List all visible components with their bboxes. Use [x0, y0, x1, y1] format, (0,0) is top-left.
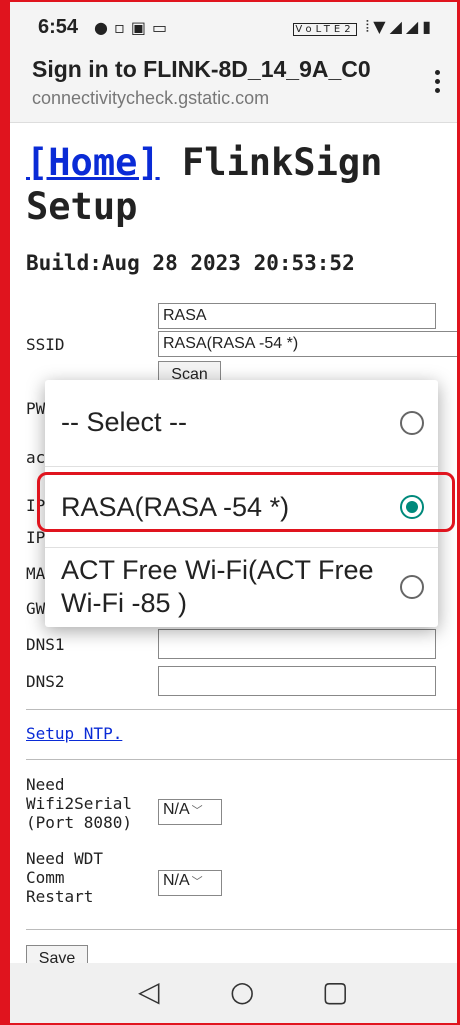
- mac-label: MA: [26, 564, 46, 583]
- app-bar-title: Sign in to FLINK-8D_14_9A_C0: [32, 56, 371, 82]
- divider: [26, 929, 457, 930]
- home-link[interactable]: [Home]: [26, 141, 160, 184]
- save-button[interactable]: Save: [26, 945, 88, 963]
- image-icon: ▣: [130, 18, 152, 37]
- wdt-label: Need WDT Comm Restart: [26, 849, 104, 906]
- option-label: ACT Free Wi-Fi(ACT Free Wi-Fi -85 ): [61, 555, 374, 618]
- status-right-icons: VoLTE2 ⦙▼◢◢▮: [293, 17, 435, 37]
- dns1-input[interactable]: [158, 629, 436, 659]
- page-title: [Home] FlinkSign Setup: [26, 141, 446, 229]
- divider: [26, 709, 457, 710]
- app-bar: Sign in to FLINK-8D_14_9A_C0 connectivit…: [10, 46, 457, 123]
- signal-x-icon: ◢: [405, 17, 423, 36]
- wdt-select[interactable]: N/A ﹀: [158, 870, 222, 896]
- messenger-icon: ●: [94, 18, 114, 37]
- setup-ntp-link[interactable]: Setup NTP.: [26, 724, 122, 743]
- status-left-icons: ●▫▣▭: [94, 18, 173, 37]
- gw-label: GW: [26, 599, 46, 618]
- keyboard-icon: ▭: [151, 18, 174, 37]
- notification-icon: ▫: [113, 18, 131, 37]
- dns1-label: DNS1: [26, 635, 65, 654]
- radio-unselected-icon[interactable]: [400, 411, 424, 435]
- app-bar-url: connectivitycheck.gstatic.com: [32, 88, 270, 108]
- status-time: 6:54: [38, 16, 79, 38]
- ssid-label: SSID: [26, 335, 65, 354]
- wifi2serial-value: N/A: [163, 801, 190, 818]
- divider: [26, 759, 457, 760]
- selection-highlight-box: [37, 472, 455, 532]
- option-select[interactable]: -- Select --: [45, 380, 438, 466]
- home-icon[interactable]: ○: [230, 975, 254, 1008]
- dns2-label: DNS2: [26, 672, 65, 691]
- chevron-down-icon: ﹀: [191, 876, 203, 888]
- overflow-menu-icon[interactable]: [427, 66, 447, 102]
- dns2-input[interactable]: [158, 666, 436, 696]
- ssid-text-input[interactable]: RASA: [158, 303, 436, 329]
- chevron-down-icon: ﹀: [191, 805, 203, 817]
- ssid-select[interactable]: RASA(RASA -54 *): [158, 331, 457, 357]
- ac-label: ac: [26, 448, 46, 467]
- status-bar: 6:54 ●▫▣▭ VoLTE2 ⦙▼◢◢▮: [10, 2, 457, 46]
- back-icon[interactable]: ◁: [138, 975, 160, 1008]
- wifi2serial-label: Need Wifi2Serial (Port 8080): [26, 775, 132, 832]
- signal-icon: ◢: [389, 17, 406, 36]
- navigation-bar: ◁ ○ ▢: [10, 963, 457, 1023]
- radio-unselected-icon[interactable]: [400, 575, 424, 599]
- wifi2serial-select[interactable]: N/A ﹀: [158, 799, 222, 825]
- volte-icon: VoLTE2: [293, 23, 357, 36]
- wdt-value: N/A: [163, 872, 190, 889]
- wifi-icon: ▼: [373, 17, 390, 36]
- build-info: Build:Aug 28 2023 20:53:52: [26, 251, 355, 275]
- pw-label: PW: [26, 399, 46, 418]
- option-label: -- Select --: [61, 407, 188, 437]
- recents-icon[interactable]: ▢: [322, 975, 348, 1008]
- option-act-free-wifi[interactable]: ACT Free Wi-Fi(ACT Free Wi-Fi -85 ): [45, 548, 438, 627]
- battery-icon: ▮: [422, 17, 435, 36]
